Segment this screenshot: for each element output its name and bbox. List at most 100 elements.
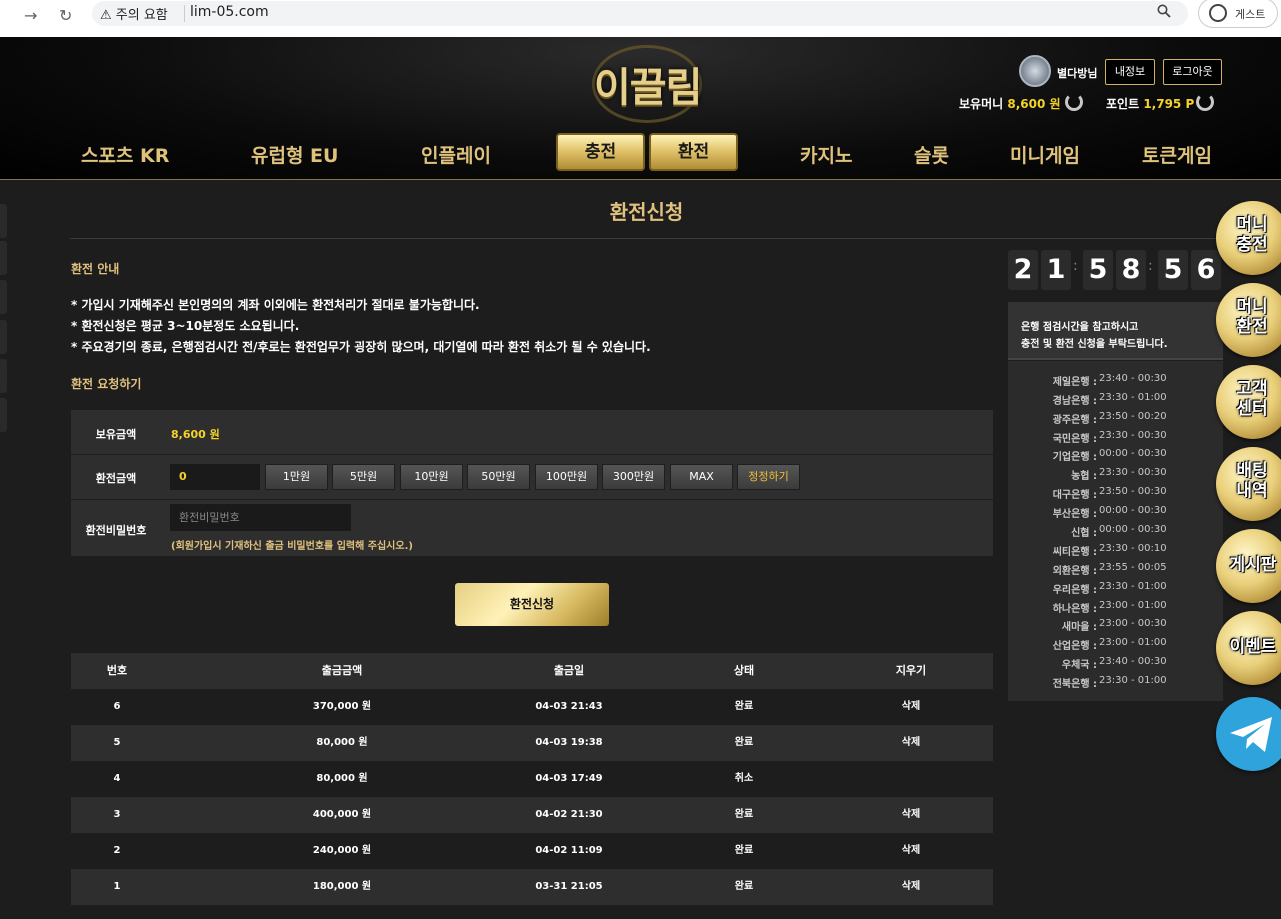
amount-500k-button[interactable]: 50만원 xyxy=(467,464,530,490)
left-side-tab[interactable] xyxy=(0,204,7,238)
row-status: 완료 xyxy=(734,881,754,892)
point-label: 포인트 xyxy=(1106,97,1140,111)
row-date: 04-03 21:43 xyxy=(535,701,603,712)
refresh-money-icon[interactable] xyxy=(1065,93,1083,111)
side-label: 고객 xyxy=(1236,379,1268,399)
clock-digit: 1 xyxy=(1041,250,1071,290)
amount-max-button[interactable]: MAX xyxy=(670,464,733,490)
money-withdraw-side-button[interactable]: 머니 환전 xyxy=(1216,283,1281,357)
withdraw-amount-row: 환전금액 0 1만원 5만원 10만원 50만원 100만원 300만원 MAX… xyxy=(71,455,993,499)
nav-slot[interactable]: 슬롯 xyxy=(914,141,949,168)
table-row: 2 240,000 원 04-02 11:09 완료 삭제 xyxy=(71,833,993,869)
amount-100k-button[interactable]: 10만원 xyxy=(400,464,463,490)
bank-time: 23:30 - 01:00 xyxy=(1099,581,1167,592)
amount-3m-button[interactable]: 300만원 xyxy=(602,464,665,490)
row-date: 04-03 19:38 xyxy=(535,737,603,748)
bank-time: 00:00 - 00:30 xyxy=(1099,524,1167,535)
delete-button[interactable]: 삭제 xyxy=(871,797,951,833)
my-info-button[interactable]: 내정보 xyxy=(1105,59,1155,85)
security-warning[interactable]: ⚠ 주의 요함 xyxy=(100,4,168,23)
money-display: 보유머니 8,600 원 xyxy=(959,95,1061,112)
nav-euro[interactable]: 유럽형 EU xyxy=(251,141,338,168)
table-row: 1 180,000 원 03-31 21:05 완료 삭제 xyxy=(71,869,993,905)
betting-history-side-button[interactable]: 배팅 내역 xyxy=(1216,447,1281,521)
site-logo[interactable]: 이끌림 xyxy=(594,55,704,113)
withdraw-amount-input[interactable]: 0 xyxy=(170,464,260,490)
forward-icon[interactable]: → xyxy=(24,6,37,25)
nav-token-game[interactable]: 토큰게임 xyxy=(1142,141,1212,168)
row-status: 완료 xyxy=(734,701,754,712)
event-side-button[interactable]: 이벤트 xyxy=(1216,611,1281,685)
side-label: 배팅 xyxy=(1236,461,1268,481)
delete-button[interactable]: 삭제 xyxy=(871,725,951,761)
nav-deposit-button[interactable]: 충전 xyxy=(556,133,645,171)
guide-title: 환전 안내 xyxy=(71,262,120,276)
amount-reset-button[interactable]: 정정하기 xyxy=(737,464,800,490)
row-amount: 400,000 원 xyxy=(312,809,372,820)
board-side-button[interactable]: 게시판 xyxy=(1216,529,1281,603)
notice-line: * 환전신청은 평균 3~10분정도 소요됩니다. xyxy=(71,319,300,333)
row-status: 완료 xyxy=(734,737,754,748)
url-text[interactable]: lim-05.com xyxy=(190,4,269,20)
nav-casino[interactable]: 카지노 xyxy=(800,141,852,168)
site-header: 이끌림 별다방님 내정보 로그아웃 보유머니 8,600 원 포인트 1,795… xyxy=(0,37,1281,180)
delete-button[interactable]: 삭제 xyxy=(871,689,951,725)
refresh-point-icon[interactable] xyxy=(1196,93,1214,111)
bank-name: 새마을 : xyxy=(1061,622,1097,633)
money-deposit-side-button[interactable]: 머니 충전 xyxy=(1216,201,1281,275)
left-side-tab[interactable] xyxy=(0,359,7,393)
amount-10k-button[interactable]: 1만원 xyxy=(265,464,328,490)
side-label: 내역 xyxy=(1236,481,1268,501)
left-side-tab[interactable] xyxy=(0,398,7,432)
bank-time: 23:55 - 00:05 xyxy=(1099,562,1167,573)
held-amount-value: 8,600 원 xyxy=(171,428,220,441)
notice-line: * 주요경기의 종료, 은행점검시간 전/후로는 환전업무가 굉장히 많으며, … xyxy=(71,340,651,354)
left-side-tab[interactable] xyxy=(0,241,7,275)
withdraw-submit-button[interactable]: 환전신청 xyxy=(455,583,609,626)
browser-toolbar: → ↻ ⚠ 주의 요함 lim-05.com 게스트 xyxy=(0,0,1281,37)
bank-row: 대구은행 :23:50 - 00:30 xyxy=(1008,486,1223,505)
left-side-tab[interactable] xyxy=(0,320,7,354)
bank-name: 산업은행 : xyxy=(1052,641,1097,652)
row-amount: 370,000 원 xyxy=(312,701,372,712)
delete-button[interactable]: 삭제 xyxy=(871,869,951,905)
withdraw-password-input[interactable]: 환전비밀번호 xyxy=(170,504,351,531)
bank-time: 23:30 - 01:00 xyxy=(1099,392,1167,403)
nav-minigame[interactable]: 미니게임 xyxy=(1010,141,1080,168)
bank-time: 23:40 - 00:30 xyxy=(1099,656,1167,667)
row-amount: 180,000 원 xyxy=(312,881,372,892)
bank-row: 새마을 :23:00 - 00:30 xyxy=(1008,618,1223,637)
nav-sports[interactable]: 스포츠 KR xyxy=(81,141,169,168)
notice-line: 은행 점검시간을 참고하시고 xyxy=(1021,322,1139,333)
bank-name: 외환은행 : xyxy=(1052,566,1097,577)
left-side-tab[interactable] xyxy=(0,280,7,314)
guest-profile-button[interactable]: 게스트 xyxy=(1198,0,1278,28)
bank-name: 경남은행 : xyxy=(1052,396,1097,407)
nav-withdraw-button[interactable]: 환전 xyxy=(649,133,738,171)
bank-row: 산업은행 :23:00 - 01:00 xyxy=(1008,637,1223,656)
logout-button[interactable]: 로그아웃 xyxy=(1163,59,1222,85)
delete-button[interactable]: 삭제 xyxy=(871,833,951,869)
header-date: 출금일 xyxy=(553,664,585,677)
table-header: 번호 출금금액 출금일 상태 지우기 xyxy=(71,653,993,689)
bank-row: 농협 :23:30 - 00:30 xyxy=(1008,467,1223,486)
amount-50k-button[interactable]: 5만원 xyxy=(332,464,395,490)
nav-inplay[interactable]: 인플레이 xyxy=(421,141,491,168)
reload-icon[interactable]: ↻ xyxy=(59,6,72,25)
bank-time: 23:30 - 00:10 xyxy=(1099,543,1167,554)
zoom-icon[interactable] xyxy=(1157,4,1171,22)
bank-row: 씨티은행 :23:30 - 00:10 xyxy=(1008,543,1223,562)
header-no: 번호 xyxy=(106,664,128,677)
telegram-side-button[interactable] xyxy=(1216,697,1281,771)
bank-time: 00:00 - 00:30 xyxy=(1099,448,1167,459)
bank-row: 기업은행 :00:00 - 00:30 xyxy=(1008,448,1223,467)
table-row: 6 370,000 원 04-03 21:43 완료 삭제 xyxy=(71,689,993,725)
clock-colon: : xyxy=(1148,258,1153,274)
customer-center-side-button[interactable]: 고객 센터 xyxy=(1216,365,1281,439)
bank-time: 23:30 - 00:30 xyxy=(1099,467,1167,478)
side-label: 이벤트 xyxy=(1229,637,1277,657)
row-amount: 240,000 원 xyxy=(312,845,372,856)
bank-time: 23:00 - 00:30 xyxy=(1099,618,1167,629)
amount-1m-button[interactable]: 100만원 xyxy=(535,464,598,490)
profile-icon xyxy=(1209,4,1227,22)
